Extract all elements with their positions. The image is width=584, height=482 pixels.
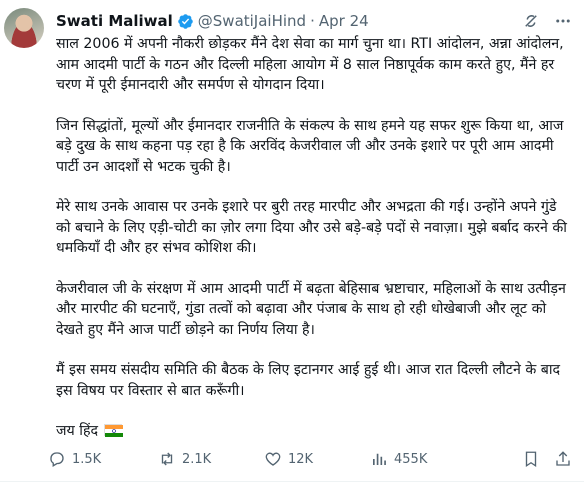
tweet-actions: 1.5K 2.1K 12K 455K	[48, 448, 572, 470]
india-flag-icon	[104, 424, 124, 437]
views-count: 455K	[394, 451, 428, 467]
tweet[interactable]: Swati Maliwal @SwatiJaiHind · Apr 24 साल…	[0, 0, 584, 482]
verified-badge-icon[interactable]	[177, 13, 194, 30]
more-icon[interactable]	[554, 12, 572, 30]
reply-count: 1.5K	[72, 451, 102, 467]
reply-icon	[48, 450, 66, 468]
tweet-paragraph: मेरे साथ उनके आवास पर उनके इशारे पर बुरी…	[56, 199, 567, 256]
author-name[interactable]: Swati Maliwal	[56, 12, 173, 30]
like-button[interactable]: 12K	[264, 450, 370, 468]
views-button[interactable]: 455K	[370, 450, 476, 468]
tweet-paragraph: मैं इस समय संसदीय समिति की बैठक के लिए इ…	[56, 362, 561, 399]
repost-button[interactable]: 2.1K	[158, 450, 264, 468]
tweet-paragraph: जिन सिद्धांतों, मूल्यों और ईमानदार राजनी…	[56, 117, 564, 175]
bookmark-icon[interactable]	[522, 450, 540, 468]
tweet-closing: जय हिंद	[56, 421, 572, 442]
tweet-text: साल 2006 में अपनी नौकरी छोड़कर मैंने देश…	[56, 34, 572, 442]
grok-icon[interactable]	[522, 12, 540, 30]
heart-icon	[264, 450, 282, 468]
tweet-header: Swati Maliwal @SwatiJaiHind · Apr 24	[56, 10, 572, 32]
tweet-paragraph: साल 2006 में अपनी नौकरी छोड़कर मैंने देश…	[56, 36, 564, 93]
avatar[interactable]	[4, 8, 44, 48]
reply-button[interactable]: 1.5K	[48, 450, 158, 468]
separator-dot: ·	[310, 12, 315, 30]
closing-text: जय हिंद	[56, 423, 99, 439]
tweet-paragraph: केजरीवाल जी के संरक्षण में आम आदमी पार्ट…	[56, 280, 566, 338]
repost-icon	[158, 450, 176, 468]
share-icon[interactable]	[554, 450, 572, 468]
author-handle[interactable]: @SwatiJaiHind	[198, 12, 306, 30]
tweet-date[interactable]: Apr 24	[319, 12, 369, 30]
like-count: 12K	[288, 451, 314, 467]
views-icon	[370, 450, 388, 468]
repost-count: 2.1K	[182, 451, 212, 467]
